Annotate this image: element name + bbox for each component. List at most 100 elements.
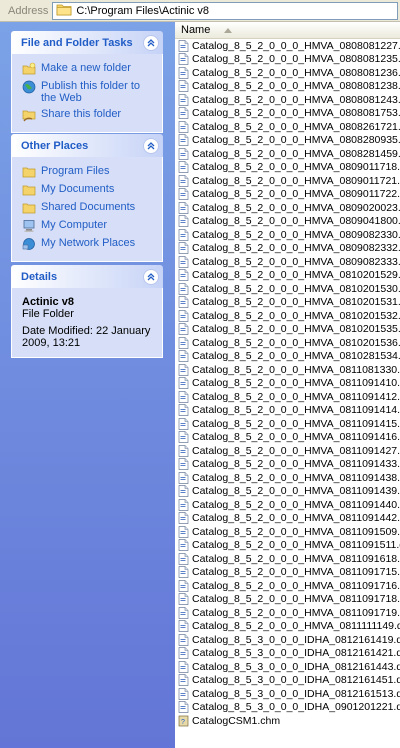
place-shared-documents[interactable]: Shared Documents	[22, 199, 154, 217]
file-row[interactable]: Catalog_8_5_2_0_0_0_HMVA_0810201532.dmp	[175, 309, 400, 323]
file-row[interactable]: Catalog_8_5_2_0_0_0_HMVA_0811091719.dmp	[175, 606, 400, 620]
file-row[interactable]: Catalog_8_5_2_0_0_0_HMVA_0811091438.dmp	[175, 471, 400, 485]
file-folder-tasks-panel: File and Folder Tasks Make a new folder …	[11, 31, 163, 133]
file-icon	[178, 579, 189, 592]
file-row[interactable]: Catalog_8_5_2_0_0_0_HMVA_0811091442.dmp	[175, 512, 400, 526]
place-my-documents[interactable]: My Documents	[22, 181, 154, 199]
file-icon	[178, 134, 189, 147]
file-row[interactable]: Catalog_8_5_2_0_0_0_HMVA_0810201529.dmp	[175, 269, 400, 283]
column-header-name[interactable]: Name	[175, 22, 400, 39]
file-row[interactable]: Catalog_8_5_3_0_0_0_IDHA_0812161419.dmp	[175, 633, 400, 647]
file-icon	[178, 39, 189, 52]
file-row[interactable]: Catalog_8_5_2_0_0_0_HMVA_0808261721.dmp	[175, 120, 400, 134]
file-row[interactable]: Catalog_8_5_2_0_0_0_HMVA_0810201535.dmp	[175, 323, 400, 337]
file-row[interactable]: Catalog_8_5_2_0_0_0_HMVA_0810201536.dmp	[175, 336, 400, 350]
file-icon	[178, 309, 189, 322]
other-places-header[interactable]: Other Places	[11, 134, 163, 157]
file-row[interactable]: ? CatalogCSM1.chm	[175, 714, 400, 728]
place-my-computer[interactable]: My Computer	[22, 217, 154, 235]
file-row[interactable]: Catalog_8_5_2_0_0_0_HMVA_0808081238.dmp	[175, 80, 400, 94]
file-icon	[178, 633, 189, 646]
file-row[interactable]: Catalog_8_5_2_0_0_0_HMVA_0810201530.dmp	[175, 282, 400, 296]
file-icon	[178, 107, 189, 120]
file-row[interactable]: Catalog_8_5_2_0_0_0_HMVA_0811091414.dmp	[175, 404, 400, 418]
file-row[interactable]: Catalog_8_5_2_0_0_0_HMVA_0808081235.dmp	[175, 53, 400, 67]
file-icon	[178, 620, 189, 633]
file-row[interactable]: Catalog_8_5_2_0_0_0_HMVA_0811091715.dmp	[175, 566, 400, 580]
file-row[interactable]: Catalog_8_5_2_0_0_0_HMVA_0811091716.dmp	[175, 579, 400, 593]
task-make-new-folder[interactable]: Make a new folder	[22, 60, 154, 78]
file-row[interactable]: Catalog_8_5_3_0_0_0_IDHA_0812161513.dmp	[175, 687, 400, 701]
file-row[interactable]: Catalog_8_5_2_0_0_0_HMVA_0808280935.dmp	[175, 134, 400, 148]
file-row[interactable]: Catalog_8_5_2_0_0_0_HMVA_0811091718.dmp	[175, 593, 400, 607]
file-name: Catalog_8_5_2_0_0_0_HMVA_0811091433.dmp	[192, 458, 400, 471]
file-row[interactable]: Catalog_8_5_2_0_0_0_HMVA_0811091511.dmp	[175, 539, 400, 553]
place-my-network-places[interactable]: My Network Places	[22, 235, 154, 253]
task-share-folder[interactable]: Share this folder	[22, 106, 154, 124]
task-publish-web[interactable]: Publish this folder to the Web	[22, 78, 154, 106]
file-name: Catalog_8_5_2_0_0_0_HMVA_0811091439.dmp	[192, 485, 400, 498]
address-field[interactable]: C:\Program Files\Actinic v8	[52, 1, 398, 20]
file-row[interactable]: Catalog_8_5_3_0_0_0_IDHA_0812161421.dmp	[175, 647, 400, 661]
file-name: Catalog_8_5_2_0_0_0_HMVA_0810281534.dmp	[192, 350, 400, 363]
task-label: Publish this folder to the Web	[41, 80, 141, 104]
file-row[interactable]: Catalog_8_5_3_0_0_0_IDHA_0901201221.dmp	[175, 701, 400, 715]
file-row[interactable]: Catalog_8_5_2_0_0_0_HMVA_0811091439.dmp	[175, 485, 400, 499]
file-icon	[178, 323, 189, 336]
file-row[interactable]: Catalog_8_5_2_0_0_0_HMVA_0811091416.dmp	[175, 431, 400, 445]
file-list: Catalog_8_5_2_0_0_0_HMVA_0808081227.dmp C…	[175, 39, 400, 728]
computer-icon	[22, 219, 36, 233]
file-icon	[178, 417, 189, 430]
file-name: Catalog_8_5_2_0_0_0_HMVA_0811081330.dmp	[192, 363, 400, 376]
file-row[interactable]: Catalog_8_5_2_0_0_0_HMVA_0810281534.dmp	[175, 350, 400, 364]
file-name: Catalog_8_5_2_0_0_0_HMVA_0811091416.dmp	[192, 431, 400, 444]
file-name: Catalog_8_5_2_0_0_0_HMVA_0809082333.dmp	[192, 255, 400, 268]
file-row[interactable]: Catalog_8_5_2_0_0_0_HMVA_0810201531.dmp	[175, 296, 400, 310]
file-row[interactable]: Catalog_8_5_2_0_0_0_HMVA_0808281459.dmp	[175, 147, 400, 161]
file-row[interactable]: Catalog_8_5_2_0_0_0_HMVA_0811111149.dmp	[175, 620, 400, 634]
collapse-icon[interactable]	[143, 137, 159, 154]
column-header-label: Name	[181, 24, 211, 36]
place-program-files[interactable]: Program Files	[22, 163, 154, 181]
file-row[interactable]: Catalog_8_5_2_0_0_0_HMVA_0811091440.dmp	[175, 498, 400, 512]
file-row[interactable]: Catalog_8_5_2_0_0_0_HMVA_0809011721.dmp	[175, 174, 400, 188]
details-item-name: Actinic v8	[22, 296, 74, 308]
file-row[interactable]: Catalog_8_5_2_0_0_0_HMVA_0811081330.dmp	[175, 363, 400, 377]
collapse-icon[interactable]	[143, 34, 159, 51]
file-row[interactable]: Catalog_8_5_2_0_0_0_HMVA_0809082330.dmp	[175, 228, 400, 242]
file-row[interactable]: Catalog_8_5_2_0_0_0_HMVA_0808081753.dmp	[175, 107, 400, 121]
file-icon	[178, 471, 189, 484]
file-name: Catalog_8_5_2_0_0_0_HMVA_0811091412.dmp	[192, 390, 400, 403]
file-row[interactable]: Catalog_8_5_3_0_0_0_IDHA_0812161451.dmp	[175, 674, 400, 688]
file-icon	[178, 701, 189, 714]
file-row[interactable]: Catalog_8_5_2_0_0_0_HMVA_0808081227.dmp	[175, 39, 400, 53]
file-row[interactable]: Catalog_8_5_2_0_0_0_HMVA_0811091415.dmp	[175, 417, 400, 431]
file-row[interactable]: Catalog_8_5_2_0_0_0_HMVA_0811091410.dmp	[175, 377, 400, 391]
file-name: Catalog_8_5_2_0_0_0_HMVA_0808081235.dmp	[192, 53, 400, 66]
file-row[interactable]: Catalog_8_5_2_0_0_0_HMVA_0811091412.dmp	[175, 390, 400, 404]
file-row[interactable]: Catalog_8_5_2_0_0_0_HMVA_0809041800.dmp	[175, 215, 400, 229]
file-icon	[178, 201, 189, 214]
file-row[interactable]: Catalog_8_5_2_0_0_0_HMVA_0811091433.dmp	[175, 458, 400, 472]
collapse-icon[interactable]	[143, 268, 159, 285]
file-row[interactable]: Catalog_8_5_2_0_0_0_HMVA_0809011718.dmp	[175, 161, 400, 175]
file-row[interactable]: Catalog_8_5_2_0_0_0_HMVA_0809020023.dmp	[175, 201, 400, 215]
file-row[interactable]: Catalog_8_5_2_0_0_0_HMVA_0811091427.dmp	[175, 444, 400, 458]
file-folder-tasks-header[interactable]: File and Folder Tasks	[11, 31, 163, 54]
file-row[interactable]: Catalog_8_5_3_0_0_0_IDHA_0812161443.dmp	[175, 660, 400, 674]
file-row[interactable]: Catalog_8_5_2_0_0_0_HMVA_0808081243.dmp	[175, 93, 400, 107]
file-row[interactable]: Catalog_8_5_2_0_0_0_HMVA_0811091509.dmp	[175, 525, 400, 539]
file-name: Catalog_8_5_2_0_0_0_HMVA_0808280935.dmp	[192, 134, 400, 147]
file-row[interactable]: Catalog_8_5_2_0_0_0_HMVA_0808081236.dmp	[175, 66, 400, 80]
file-row[interactable]: Catalog_8_5_2_0_0_0_HMVA_0811091618.dmp	[175, 552, 400, 566]
file-name: Catalog_8_5_2_0_0_0_HMVA_0811091618.dmp	[192, 552, 400, 565]
file-row[interactable]: Catalog_8_5_2_0_0_0_HMVA_0809011722.dmp	[175, 188, 400, 202]
file-row[interactable]: Catalog_8_5_2_0_0_0_HMVA_0809082332.dmp	[175, 242, 400, 256]
file-name: Catalog_8_5_2_0_0_0_HMVA_0811091440.dmp	[192, 498, 400, 511]
file-icon	[178, 350, 189, 363]
file-icon	[178, 66, 189, 79]
file-row[interactable]: Catalog_8_5_2_0_0_0_HMVA_0809082333.dmp	[175, 255, 400, 269]
file-name: Catalog_8_5_2_0_0_0_HMVA_0811091719.dmp	[192, 606, 400, 619]
details-header[interactable]: Details	[11, 265, 163, 288]
file-icon	[178, 593, 189, 606]
